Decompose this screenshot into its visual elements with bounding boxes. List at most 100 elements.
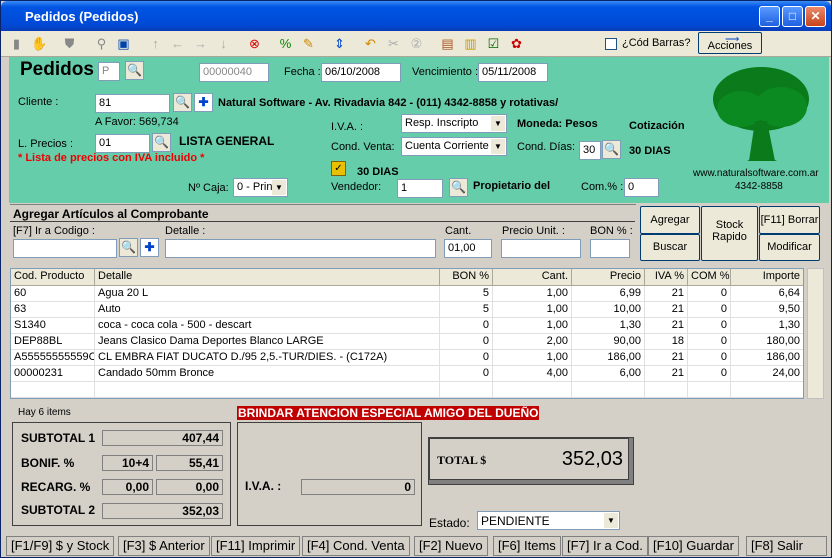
fkey-salir[interactable]: [F8] Salir <box>746 536 827 556</box>
doc-letter-field[interactable]: P <box>98 62 120 81</box>
table-cell[interactable]: 1,30 <box>731 318 803 334</box>
cliente-search-icon[interactable]: 🔍 <box>173 93 192 112</box>
recarg-pct[interactable]: 0,00 <box>102 479 153 495</box>
table-cell[interactable] <box>688 382 731 398</box>
arrow-up-icon[interactable]: ↑ <box>147 35 164 52</box>
column-header[interactable]: Detalle <box>95 269 440 286</box>
borrar-button[interactable]: [F11] Borrar <box>759 206 820 234</box>
table-cell[interactable]: 21 <box>645 286 688 302</box>
table-cell[interactable] <box>572 382 645 398</box>
column-header[interactable]: IVA % <box>645 269 688 286</box>
table-cell[interactable]: 0 <box>688 302 731 318</box>
table-cell[interactable]: 180,00 <box>731 334 803 350</box>
table-cell[interactable]: 10,00 <box>572 302 645 318</box>
table-cell[interactable]: 24,00 <box>731 366 803 382</box>
table-cell[interactable]: 0 <box>688 350 731 366</box>
scrollbar[interactable] <box>807 268 824 399</box>
close-button[interactable]: ✕ <box>805 6 826 27</box>
table-cell[interactable] <box>645 382 688 398</box>
com-field[interactable]: 0 <box>624 178 659 197</box>
table-cell[interactable]: 00000231 <box>11 366 95 382</box>
table-cell[interactable] <box>440 382 493 398</box>
modificar-button[interactable]: Modificar <box>759 234 820 261</box>
detalle-field[interactable] <box>165 239 436 258</box>
cant-field[interactable]: 01,00 <box>444 239 492 258</box>
table-cell[interactable]: 6,64 <box>731 286 803 302</box>
table-cell[interactable]: 21 <box>645 318 688 334</box>
bonif-pct[interactable]: 10+4 <box>102 455 153 471</box>
table-cell[interactable]: 1,00 <box>493 286 572 302</box>
codigo-search-icon[interactable]: 🔍 <box>119 238 138 257</box>
table-cell[interactable]: 90,00 <box>572 334 645 350</box>
estado-select[interactable]: PENDIENTE ▼ <box>477 511 620 530</box>
table-cell[interactable]: 6,99 <box>572 286 645 302</box>
column-header[interactable]: COM % <box>688 269 731 286</box>
table-cell[interactable]: 0 <box>440 366 493 382</box>
venc-field[interactable]: 05/11/2008 <box>478 63 548 82</box>
column-header[interactable]: Importe <box>731 269 803 286</box>
table-cell[interactable]: 0 <box>688 318 731 334</box>
table-cell[interactable]: 1,00 <box>493 350 572 366</box>
acciones-button[interactable]: ⟶ Acciones <box>698 32 762 54</box>
caja-select[interactable]: 0 - Prin ▼ <box>233 178 288 197</box>
precios-search-icon[interactable]: 🔍 <box>152 133 171 152</box>
table-cell[interactable]: CL EMBRA FIAT DUCATO D./95 2,5.-TUR/DIES… <box>95 350 440 366</box>
table-cell[interactable]: 21 <box>645 302 688 318</box>
fkey-cond-venta[interactable]: [F4] Cond. Venta <box>302 536 410 556</box>
codigo-field[interactable] <box>13 239 117 258</box>
table-cell[interactable] <box>95 382 440 398</box>
items-table[interactable]: Cod. Producto Detalle BON % Cant. Precio IVA … <box>10 268 804 399</box>
table-cell[interactable]: 5 <box>440 286 493 302</box>
save-icon[interactable]: ▣ <box>115 35 132 52</box>
column-header[interactable]: BON % <box>440 269 493 286</box>
shield-icon[interactable]: ⛊ <box>61 35 78 52</box>
expand-icon[interactable]: ⇕ <box>331 35 348 52</box>
hand-icon[interactable]: ✋ <box>31 35 48 52</box>
table-cell[interactable]: 1,00 <box>493 302 572 318</box>
arrow-left-icon[interactable]: ← <box>169 35 186 52</box>
column-header[interactable]: Precio <box>572 269 645 286</box>
table-cell[interactable]: Candado 50mm Bronce <box>95 366 440 382</box>
ring-icon[interactable]: ✿ <box>508 35 525 52</box>
cliente-code-field[interactable]: 81 <box>95 94 170 113</box>
table-cell[interactable]: 60 <box>11 286 95 302</box>
arrow-right-icon[interactable]: → <box>192 35 209 52</box>
table-cell[interactable]: S1340 <box>11 318 95 334</box>
vendedor-code-field[interactable]: 1 <box>397 179 443 198</box>
fkey-nuevo[interactable]: [F2] Nuevo <box>414 536 488 556</box>
column-header[interactable]: Cod. Producto <box>11 269 95 286</box>
table-cell[interactable]: 9,50 <box>731 302 803 318</box>
percent-icon[interactable]: % <box>277 35 294 52</box>
table-cell[interactable]: 0 <box>440 318 493 334</box>
table-cell[interactable] <box>731 382 803 398</box>
help-icon[interactable]: ② <box>408 35 425 52</box>
table-cell[interactable]: Agua 20 L <box>95 286 440 302</box>
table-cell[interactable]: 0 <box>440 350 493 366</box>
table-cell[interactable] <box>493 382 572 398</box>
search-key-icon[interactable]: ⚲ <box>93 35 110 52</box>
maximize-button[interactable]: □ <box>782 6 803 27</box>
new-icon[interactable]: ▮ <box>8 35 25 52</box>
user-icon[interactable]: ▥ <box>462 35 479 52</box>
dias-search-icon[interactable]: 🔍 <box>602 140 621 159</box>
checklist-icon[interactable]: ✓ <box>331 161 346 176</box>
agregar-button[interactable]: Agregar <box>640 206 700 234</box>
minimize-button[interactable]: _ <box>759 6 780 27</box>
table-cell[interactable]: DEP88BL <box>11 334 95 350</box>
fkey-anterior[interactable]: [F3] $ Anterior <box>118 536 210 556</box>
table-cell[interactable]: 18 <box>645 334 688 350</box>
arrow-down-icon[interactable]: ↓ <box>215 35 232 52</box>
table-cell[interactable] <box>11 382 95 398</box>
table-cell[interactable]: 0 <box>688 334 731 350</box>
check-doc-icon[interactable]: ☑ <box>485 35 502 52</box>
vendedor-search-icon[interactable]: 🔍 <box>449 178 468 197</box>
barcode-checkbox[interactable] <box>605 38 617 50</box>
fkey-items[interactable]: [F6] Items <box>493 536 561 556</box>
table-cell[interactable]: 0 <box>440 334 493 350</box>
venta-select[interactable]: Cuenta Corriente ▼ <box>401 137 507 156</box>
column-header[interactable]: Cant. <box>493 269 572 286</box>
table-cell[interactable]: 186,00 <box>572 350 645 366</box>
table-cell[interactable]: 4,00 <box>493 366 572 382</box>
precio-field[interactable] <box>501 239 581 258</box>
add-cliente-icon[interactable]: ✚ <box>194 93 213 112</box>
